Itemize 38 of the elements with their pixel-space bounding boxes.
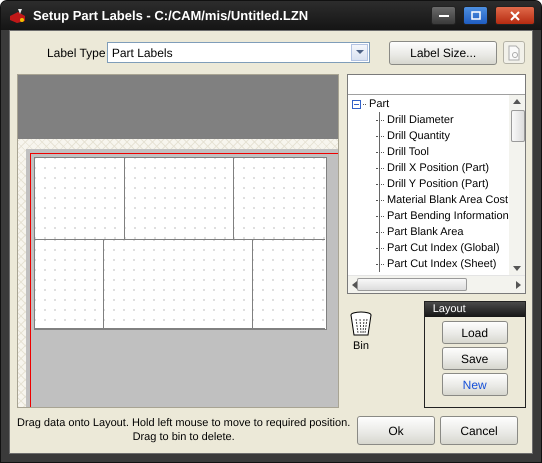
field-label: Label Type — [47, 46, 106, 60]
window-title: Setup Part Labels - C:/CAM/mis/Untitled.LZN — [33, 8, 310, 23]
minimize-button[interactable] — [431, 6, 456, 25]
dialog-button[interactable]: Ok — [357, 416, 435, 445]
instruction-text: Drag data onto Layout. Hold left mouse to move to required position. Drag to bin to delete. — [17, 416, 350, 445]
scroll-thumb[interactable] — [510, 110, 525, 142]
maximize-button[interactable] — [463, 6, 488, 25]
label-size-button[interactable]: Label Size... — [389, 40, 498, 64]
vertical-scrollbar[interactable] — [508, 95, 525, 275]
scroll-down-icon[interactable] — [512, 266, 521, 271]
close-button[interactable] — [495, 6, 535, 25]
label-cell[interactable] — [234, 158, 325, 240]
label-cell[interactable] — [253, 240, 325, 329]
bin-label: Bin — [353, 340, 369, 352]
maximize-icon — [470, 11, 480, 20]
label-cell[interactable] — [35, 158, 125, 240]
app-icon — [9, 8, 27, 24]
layout-button[interactable]: Load — [442, 321, 508, 344]
label-cell[interactable] — [104, 240, 253, 329]
close-icon — [510, 10, 520, 20]
trash-bin-icon[interactable] — [349, 311, 373, 337]
preview-button[interactable] — [503, 41, 525, 64]
scroll-thumb[interactable] — [357, 278, 467, 291]
label-cell[interactable] — [35, 240, 104, 329]
layout-button[interactable]: Save — [442, 347, 508, 370]
collapse-icon[interactable] — [352, 100, 361, 108]
caret-icon — [356, 50, 364, 55]
layout-button[interactable]: New — [442, 373, 508, 396]
scroll-right-icon[interactable] — [516, 280, 521, 288]
tree-node[interactable]: Part — [352, 96, 509, 112]
horizontal-scrollbar[interactable] — [348, 275, 525, 293]
label-cell[interactable] — [125, 158, 234, 240]
panel-title: Layout — [424, 302, 525, 317]
minimize-icon — [438, 14, 448, 18]
scroll-up-icon[interactable] — [512, 99, 521, 104]
dialog-button[interactable]: Cancel — [440, 416, 518, 445]
label-type-dropdown[interactable]: Part Labels — [106, 42, 370, 63]
page-magnifier-icon — [507, 44, 522, 60]
